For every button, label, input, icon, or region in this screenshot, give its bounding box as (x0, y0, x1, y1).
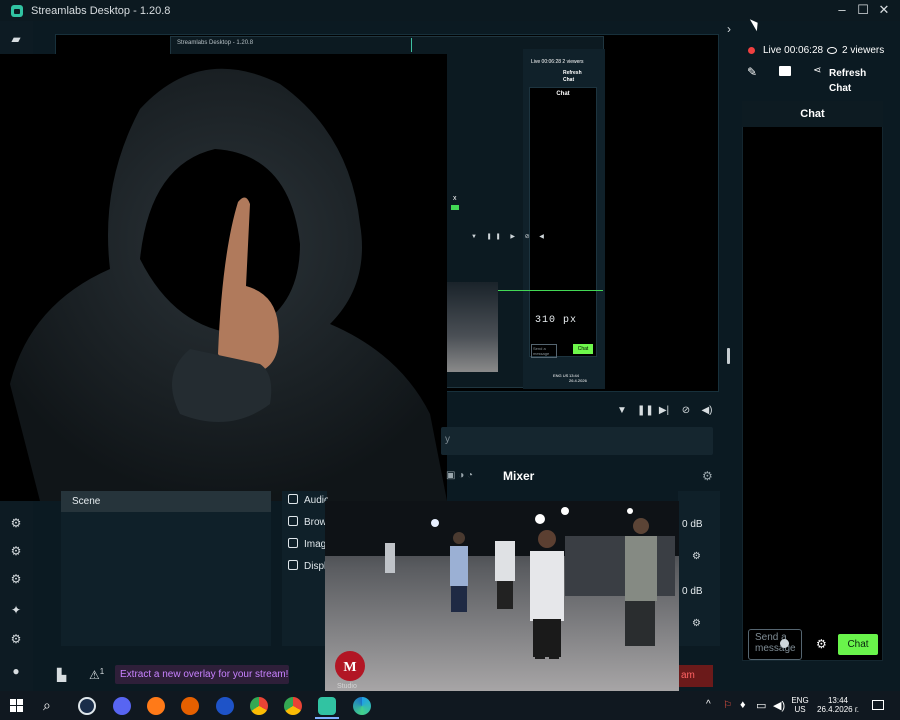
streamlabs-window: Streamlabs Desktop - 1.20.8 – ☐ ✕ ▰ ⚙ ⚙ … (0, 0, 900, 691)
chat-header: Chat (742, 101, 883, 127)
go-live-button[interactable]: am (679, 665, 713, 687)
language-indicator[interactable]: ENG US (788, 696, 812, 714)
viewer-count: 2 viewers (842, 45, 885, 56)
alert-icon[interactable]: ⚠1 (89, 667, 104, 682)
camera-icon[interactable] (779, 66, 791, 76)
mixer-level-2: 0 dB (682, 586, 703, 597)
chart-icon[interactable]: ▙ (57, 668, 66, 682)
ai-icon[interactable]: ✦ (9, 603, 23, 617)
active-app-indicator (315, 717, 339, 719)
nested-video (447, 282, 498, 372)
profile-icon[interactable]: ● (9, 664, 23, 678)
mixer-header: ▣ ◑ ◔ Mixer ⚙ (441, 463, 721, 491)
firefox-dev-icon[interactable] (181, 697, 199, 715)
source-image[interactable]: Image (288, 538, 328, 556)
app-logo-icon (11, 4, 23, 17)
timeline-strip[interactable]: y (441, 427, 713, 455)
scene-item[interactable]: Scene (61, 491, 271, 512)
hoodie-overlay-image[interactable] (0, 54, 447, 501)
tray-chevron-icon[interactable]: ^ (706, 699, 711, 710)
settings-icon[interactable]: ⚙ (9, 632, 23, 646)
emoji-icon[interactable] (780, 639, 789, 648)
tray-app-icon[interactable]: ⚐ (723, 700, 732, 711)
chrome-icon[interactable] (284, 697, 302, 715)
mute-icon[interactable]: ⊘ (679, 404, 693, 418)
edge-icon[interactable] (353, 697, 371, 715)
source-icons: ▣ ◑ ◔ (446, 470, 474, 481)
mixer-gear-icon[interactable]: ⚙ (702, 469, 713, 483)
collapse-chevron-icon[interactable]: › (727, 22, 731, 36)
windows-icon[interactable] (10, 699, 23, 712)
live-status: Live 00:06:28 (763, 45, 824, 56)
nested-chat-button: Chat (573, 344, 593, 354)
sources-panel: Audio Browser Image Display (282, 491, 328, 646)
snap-guide (411, 38, 412, 52)
notification-icon[interactable] (872, 700, 884, 710)
chat-area (742, 101, 883, 661)
scenes-panel: Scene (61, 491, 271, 646)
filter-icon[interactable]: ▼ (615, 404, 629, 418)
streamlabs-icon[interactable] (318, 697, 336, 715)
eye-icon (827, 47, 837, 54)
mixer-channel-gear-icon[interactable]: ⚙ (692, 619, 702, 629)
nested-live-text: Live 00:06:28 2 viewers (531, 59, 584, 65)
chrome-icon[interactable] (250, 697, 268, 715)
speaker-icon[interactable]: ◀) (773, 699, 785, 712)
refresh-chat-button[interactable]: Refresh Chat (829, 66, 879, 96)
firefox-icon[interactable] (147, 697, 165, 715)
panel-resize-handle[interactable] (727, 348, 730, 364)
close-button[interactable]: ✕ (872, 0, 896, 21)
pencil-icon[interactable]: ✎ (747, 65, 757, 79)
search-icon[interactable]: ⌕ (43, 697, 51, 714)
mixer-level-1: 0 dB (682, 519, 703, 530)
clock[interactable]: 13:44 26.4.2026 г. (812, 696, 864, 714)
themes-icon[interactable]: ⚙ (9, 516, 23, 530)
nested-green-marker (451, 205, 459, 210)
extract-overlay-banner[interactable]: Extract a new overlay for your stream! (115, 665, 289, 684)
mixer-title: Mixer (503, 469, 535, 483)
chat-input[interactable]: Send a message (748, 629, 802, 660)
share-icon[interactable]: ⋖ (813, 65, 821, 76)
microphone-icon[interactable]: ♦ (740, 699, 746, 711)
mixer-channel-gear-icon[interactable]: ⚙ (692, 552, 702, 562)
volume-icon[interactable]: ◀) (700, 404, 714, 418)
nested-send: Send a message (531, 344, 557, 358)
title-bar: Streamlabs Desktop - 1.20.8 (0, 0, 900, 21)
chat-send-button[interactable]: Chat (838, 634, 878, 655)
source-display[interactable]: Display (288, 560, 328, 578)
source-audio[interactable]: Audio (288, 494, 328, 512)
steam-icon[interactable] (78, 697, 96, 715)
nested-lang: ENG US (553, 373, 569, 378)
chat-settings-gear-icon[interactable]: ⚙ (816, 637, 827, 651)
editor-icon[interactable]: ▰ (9, 32, 23, 46)
window-title: Streamlabs Desktop - 1.20.8 (31, 4, 171, 17)
source-browser[interactable]: Browser (288, 516, 328, 534)
nested-title: Streamlabs Desktop - 1.20.8 (177, 40, 254, 46)
preview-controls: ▼ ❚❚ ▶| ⊘ ◀) (440, 400, 725, 422)
skip-icon[interactable]: ▶| (657, 404, 671, 418)
nested-refresh: Refresh Chat (563, 70, 582, 83)
network-icon[interactable]: ▭ (756, 699, 766, 712)
nested-clock: 13:44 26.4.2026 (569, 373, 587, 383)
highlighter-icon[interactable]: ⚙ (9, 572, 23, 586)
ea-icon[interactable] (216, 697, 234, 715)
app-store-icon[interactable]: ⚙ (9, 544, 23, 558)
discord-icon[interactable] (113, 697, 131, 715)
live-indicator-icon (748, 47, 755, 54)
nested-controls: ▼ ❚❚ ▶ ⊘ ◀ (471, 234, 548, 240)
measure-label: 310 px (535, 315, 578, 326)
pause-icon[interactable]: ❚❚ (637, 404, 654, 418)
